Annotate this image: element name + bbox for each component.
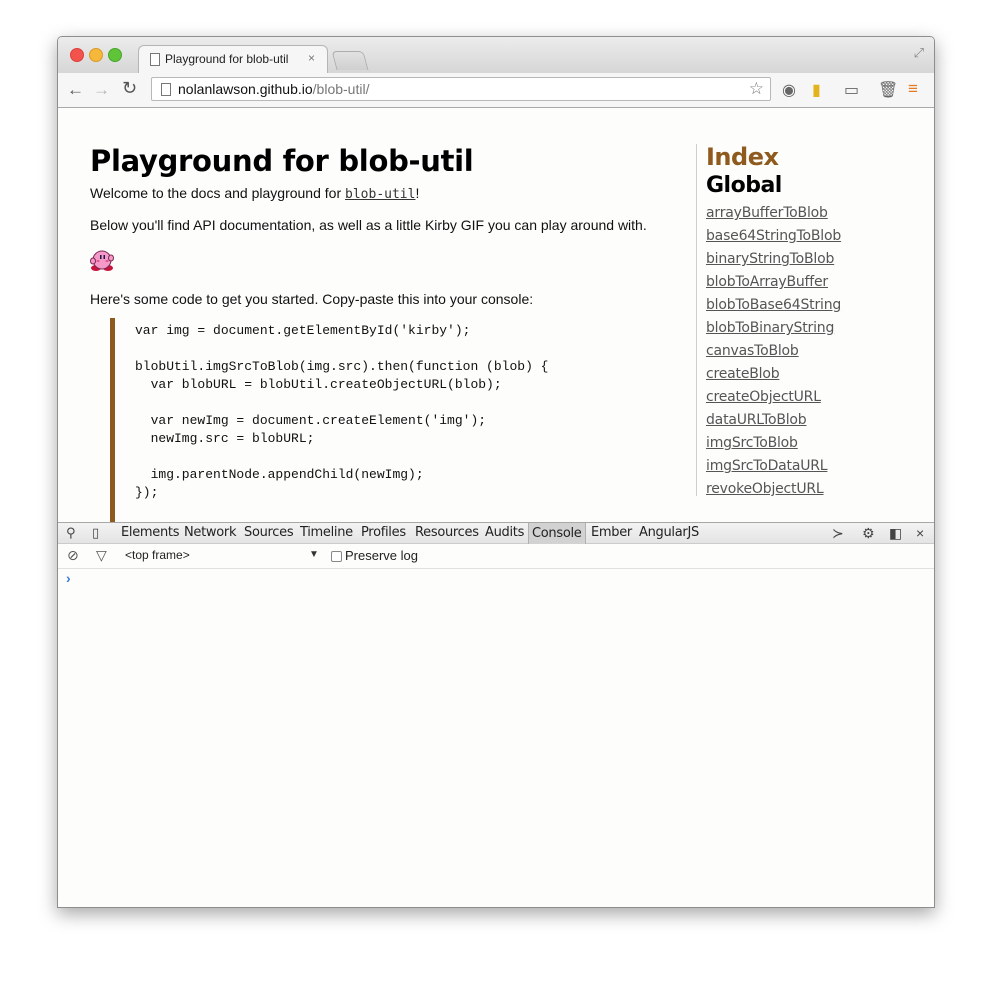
url-path: /blob-util/ xyxy=(312,81,370,97)
index-link-binarystringtoblob[interactable]: binaryStringToBlob xyxy=(706,251,834,267)
code-block: var img = document.getElementById('kirby… xyxy=(110,318,670,522)
preserve-log-checkbox[interactable] xyxy=(331,551,342,562)
extension-device-icon[interactable]: ▮ xyxy=(812,80,821,100)
code-text[interactable]: var img = document.getElementById('kirby… xyxy=(115,322,548,502)
page-content: Playground for blob-util Welcome to the … xyxy=(58,108,934,522)
code-intro-paragraph: Here's some code to get you started. Cop… xyxy=(90,291,534,307)
url-text: nolanlawson.github.io/blob-util/ xyxy=(178,81,369,97)
tab-ember[interactable]: Ember xyxy=(591,525,632,540)
index-link-base64stringtoblob[interactable]: base64StringToBlob xyxy=(706,228,841,244)
tab-timeline[interactable]: Timeline xyxy=(300,525,353,540)
index-link-dataurltoblob[interactable]: dataURLToBlob xyxy=(706,412,807,428)
new-tab-button[interactable] xyxy=(331,51,369,70)
console-prompt-icon: › xyxy=(66,570,71,586)
filter-icon[interactable]: ▽ xyxy=(96,547,107,564)
index-link-revokeobjecturl[interactable]: revokeObjectURL xyxy=(706,481,824,497)
blob-util-link[interactable]: blob-util xyxy=(345,187,415,202)
extension-globe-icon[interactable]: ◉ xyxy=(782,80,796,100)
drawer-toggle-icon[interactable]: ≻ xyxy=(832,525,844,542)
tab-angularjs[interactable]: AngularJS xyxy=(639,525,699,540)
tab-elements[interactable]: Elements xyxy=(121,525,180,540)
document-icon xyxy=(150,53,160,66)
frame-selector[interactable]: <top frame> xyxy=(125,548,190,562)
intro-paragraph: Welcome to the docs and playground for b… xyxy=(90,185,419,202)
clear-console-icon[interactable]: ⊘ xyxy=(67,547,79,564)
index-link-blobtobinarystring[interactable]: blobToBinaryString xyxy=(706,320,834,336)
tab-network[interactable]: Network xyxy=(184,525,236,540)
trash-icon[interactable]: 🗑 xyxy=(878,80,898,100)
page-icon xyxy=(161,83,171,96)
close-devtools-icon[interactable]: × xyxy=(916,525,924,541)
browser-toolbar: ← → ↻ nolanlawson.github.io/blob-util/ ☆… xyxy=(58,73,934,108)
index-link-createobjecturl[interactable]: createObjectURL xyxy=(706,389,821,405)
bookmark-star-icon[interactable]: ☆ xyxy=(749,79,764,99)
back-arrow-icon[interactable]: ← xyxy=(67,80,84,100)
index-link-blobtobase64string[interactable]: blobToBase64String xyxy=(706,297,841,313)
search-icon[interactable]: ⚲ xyxy=(66,525,76,541)
minimize-window-button[interactable] xyxy=(89,48,103,62)
index-heading: Index xyxy=(706,143,779,171)
gear-icon[interactable]: ⚙ xyxy=(862,525,875,542)
page-title: Playground for blob-util xyxy=(90,144,474,178)
index-sidebar: Index Global arrayBufferToBlob base64Str… xyxy=(696,143,897,497)
address-bar[interactable]: nolanlawson.github.io/blob-util/ ☆ xyxy=(151,77,771,101)
index-link-list: arrayBufferToBlob base64StringToBlob bin… xyxy=(706,204,841,503)
forward-arrow-icon[interactable]: → xyxy=(93,80,110,100)
tab-close-icon[interactable]: × xyxy=(308,51,315,65)
tab-console[interactable]: Console xyxy=(528,523,586,544)
kirby-image xyxy=(90,250,114,271)
index-link-canvastoblob[interactable]: canvasToBlob xyxy=(706,343,799,359)
zoom-window-button[interactable] xyxy=(108,48,122,62)
device-mode-icon[interactable]: ▯ xyxy=(92,525,99,541)
index-link-imgsrctoblob[interactable]: imgSrcToBlob xyxy=(706,435,798,451)
devtools-tab-bar: ⚲ ▯ Elements Network Sources Timeline Pr… xyxy=(58,522,934,544)
browser-tab[interactable]: Playground for blob-util × xyxy=(138,45,328,73)
intro-prefix: Welcome to the docs and playground for xyxy=(90,185,346,201)
url-host: nolanlawson.github.io xyxy=(178,81,313,97)
tab-resources[interactable]: Resources xyxy=(415,525,479,540)
browser-window: Playground for blob-util × ⤢ ← → ↻ nolan… xyxy=(57,36,935,908)
tab-audits[interactable]: Audits xyxy=(485,525,524,540)
reload-icon[interactable]: ↻ xyxy=(122,78,137,99)
close-window-button[interactable] xyxy=(70,48,84,62)
console-output[interactable]: › xyxy=(58,569,934,907)
tab-title: Playground for blob-util xyxy=(165,52,289,66)
index-link-createblob[interactable]: createBlob xyxy=(706,366,780,382)
tab-profiles[interactable]: Profiles xyxy=(361,525,406,540)
intro-suffix: ! xyxy=(415,185,420,201)
index-link-blobtoarraybuffer[interactable]: blobToArrayBuffer xyxy=(706,274,828,290)
index-link-arraybuffertoblob[interactable]: arrayBufferToBlob xyxy=(706,205,828,221)
dock-side-icon[interactable]: ◧ xyxy=(889,525,902,542)
chevron-down-icon[interactable]: ▼ xyxy=(309,549,319,560)
tab-sources[interactable]: Sources xyxy=(244,525,294,540)
console-toolbar: ⊘ ▽ <top frame> ▼ Preserve log xyxy=(58,544,934,569)
tab-strip: Playground for blob-util × ⤢ xyxy=(58,37,934,73)
menu-icon[interactable]: ≡ xyxy=(908,79,918,99)
index-link-imgsrctodataurl[interactable]: imgSrcToDataURL xyxy=(706,458,828,474)
fullscreen-icon[interactable]: ⤢ xyxy=(914,45,924,61)
description-paragraph: Below you'll find API documentation, as … xyxy=(90,217,647,233)
cast-icon[interactable]: ▭ xyxy=(844,80,859,100)
preserve-log-label: Preserve log xyxy=(345,548,418,563)
global-heading: Global xyxy=(706,173,782,198)
